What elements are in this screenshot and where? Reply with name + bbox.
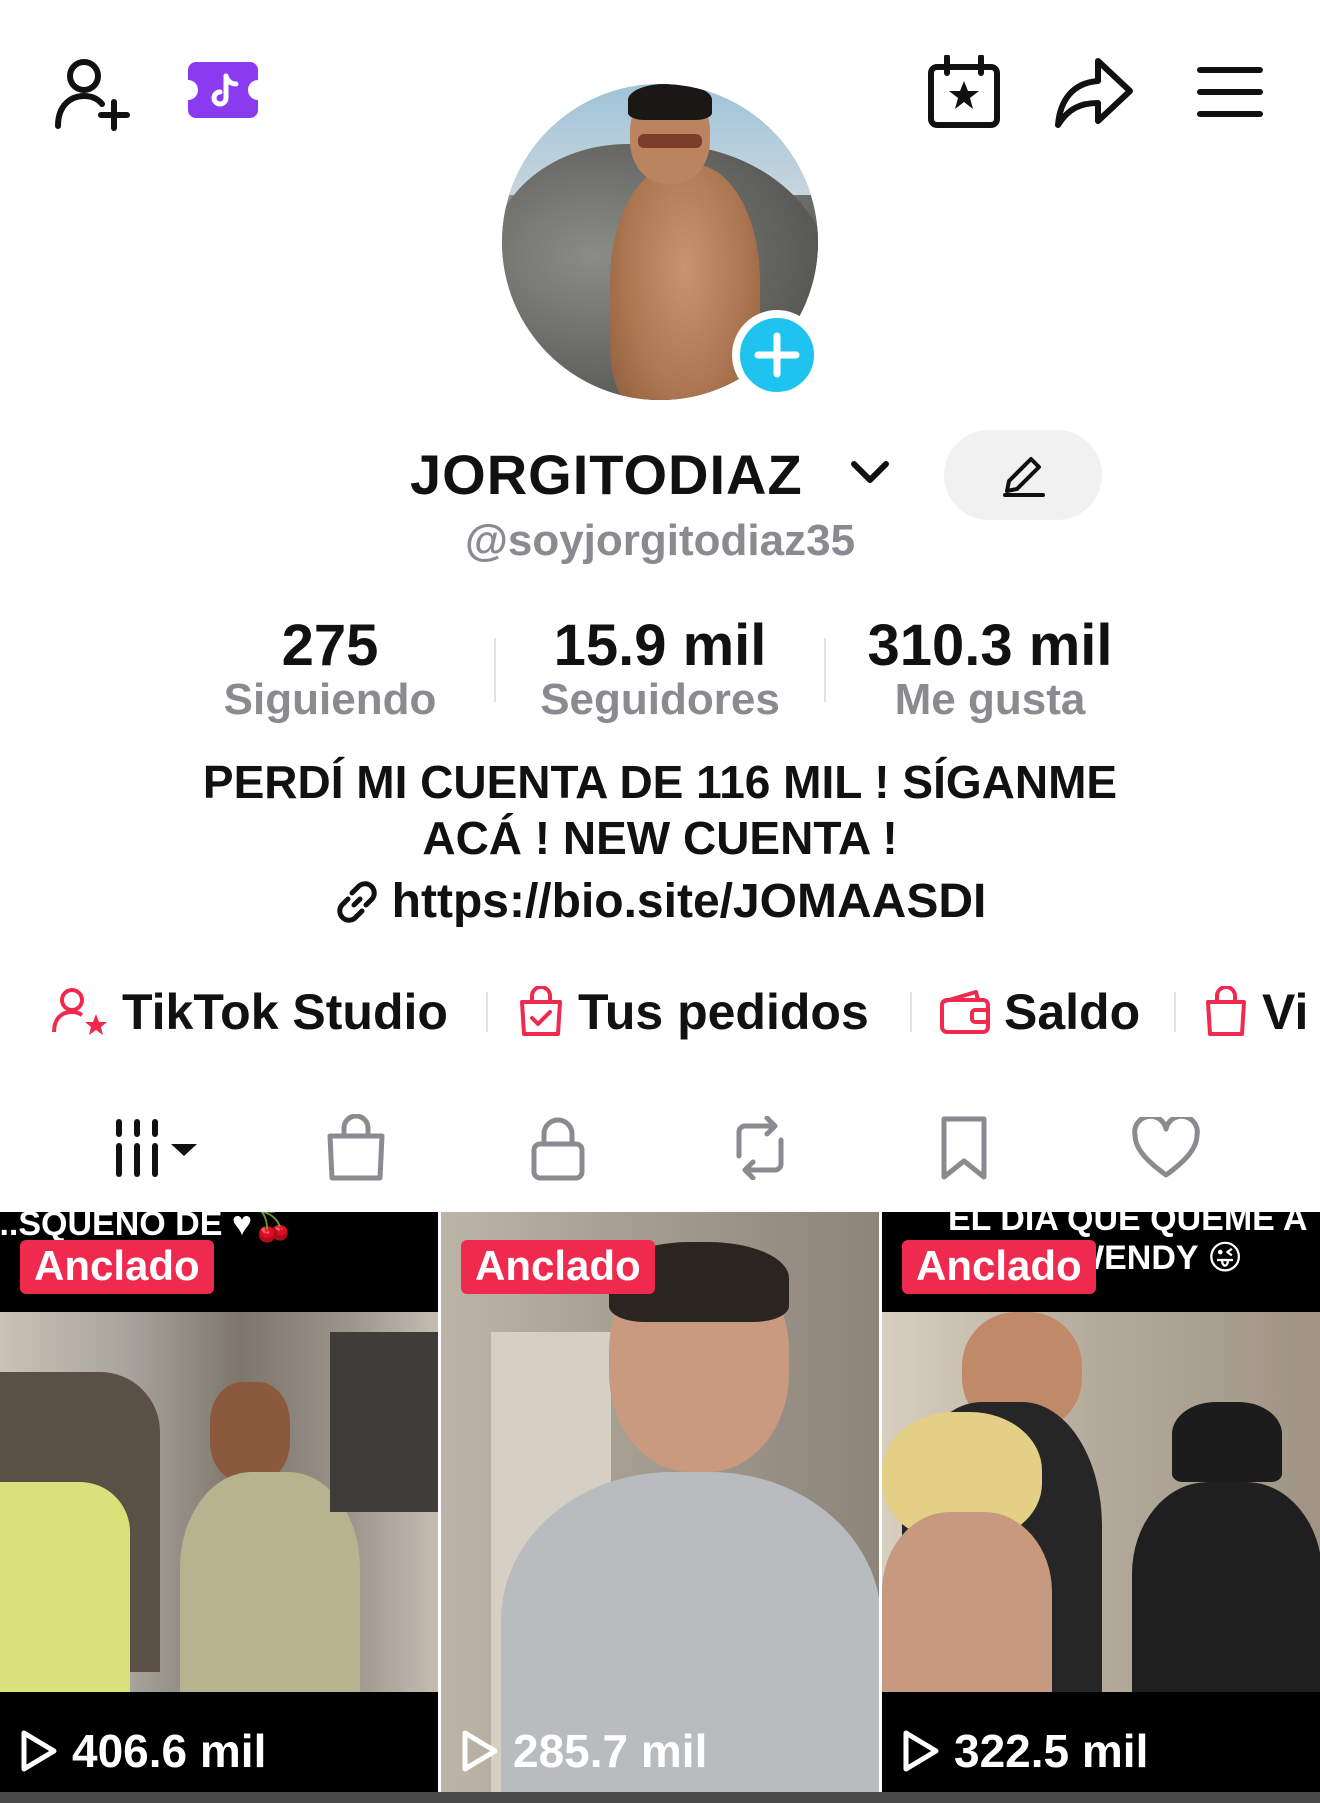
profile-stats: 275 Siguiendo 15.9 mil Seguidores 310.3 … bbox=[0, 612, 1320, 732]
repost-icon bbox=[736, 1116, 784, 1180]
play-icon bbox=[21, 1730, 57, 1772]
shortcut-tiktok-studio[interactable]: TikTok Studio bbox=[52, 976, 448, 1048]
orders-bag-icon bbox=[520, 986, 562, 1036]
shortcut-label: Saldo bbox=[1004, 984, 1141, 1040]
stat-likes[interactable]: 310.3 mil Me gusta bbox=[840, 612, 1140, 725]
tab-private[interactable] bbox=[518, 1108, 598, 1188]
stat-label: Me gusta bbox=[894, 675, 1086, 724]
divider bbox=[824, 638, 826, 702]
name-row: JORGITODIAZ bbox=[0, 440, 1320, 510]
pinned-badge: Anclado bbox=[902, 1240, 1096, 1294]
pinned-badge: Anclado bbox=[461, 1240, 655, 1294]
profile-avatar[interactable] bbox=[502, 84, 822, 400]
view-count-text: 285.7 mil bbox=[513, 1725, 708, 1777]
video-grid: ...SQUENO DE ♥🍒 Anclado 406.6 mil Anclad… bbox=[0, 1212, 1320, 1803]
divider bbox=[486, 992, 488, 1032]
video-caption: EL DIA QUE QUEME A bbox=[948, 1212, 1308, 1238]
tiktok-ticket-icon[interactable] bbox=[186, 60, 260, 120]
display-name[interactable]: JORGITODIAZ bbox=[410, 442, 803, 507]
stat-followers[interactable]: 15.9 mil Seguidores bbox=[510, 612, 810, 725]
lock-icon bbox=[531, 1117, 585, 1181]
edit-profile-button[interactable] bbox=[944, 430, 1102, 520]
link-icon bbox=[336, 880, 377, 923]
tab-videos[interactable] bbox=[100, 1108, 210, 1188]
shortcut-shop[interactable]: Vi bbox=[1202, 976, 1308, 1048]
bookmark-icon bbox=[941, 1116, 987, 1180]
stat-label: Seguidores bbox=[540, 675, 780, 724]
stat-value: 15.9 mil bbox=[553, 613, 767, 678]
shop-bag-icon bbox=[327, 1114, 385, 1181]
shortcut-label: Vi bbox=[1262, 984, 1309, 1040]
view-count: 322.5 mil bbox=[900, 1724, 1148, 1778]
view-count: 285.7 mil bbox=[459, 1724, 707, 1778]
creator-star-icon bbox=[52, 988, 107, 1035]
stat-value: 310.3 mil bbox=[867, 613, 1113, 678]
bio-text: PERDÍ MI CUENTA DE 116 MIL ! SÍGANME ACÁ… bbox=[0, 754, 1320, 866]
view-count-text: 406.6 mil bbox=[72, 1725, 267, 1777]
play-icon bbox=[462, 1730, 498, 1772]
username-handle: @soyjorgitodiaz35 bbox=[464, 516, 856, 565]
shortcut-row: TikTok Studio Tus pedidos Saldo Vi bbox=[0, 976, 1320, 1048]
view-count: 406.6 mil bbox=[18, 1724, 266, 1778]
video-caption-line2: WENDY 😜 bbox=[1072, 1239, 1243, 1277]
tab-saved[interactable] bbox=[924, 1108, 1004, 1188]
shortcut-orders[interactable]: Tus pedidos bbox=[516, 976, 869, 1048]
video-thumbnail bbox=[0, 1312, 438, 1712]
view-count-text: 322.5 mil bbox=[954, 1725, 1149, 1777]
tab-shop[interactable] bbox=[316, 1108, 396, 1188]
add-story-plus-icon[interactable] bbox=[732, 310, 822, 400]
video-tile[interactable]: ...SQUENO DE ♥🍒 Anclado 406.6 mil bbox=[0, 1212, 438, 1792]
videos-grid-icon bbox=[116, 1119, 197, 1177]
chevron-down-icon[interactable] bbox=[850, 460, 890, 491]
shortcut-label: TikTok Studio bbox=[122, 984, 448, 1040]
divider bbox=[910, 992, 912, 1032]
bio-link[interactable]: https://bio.site/JOMAASDI bbox=[0, 874, 1320, 929]
video-thumbnail bbox=[882, 1312, 1320, 1712]
shopping-bag-icon bbox=[1206, 986, 1246, 1036]
stat-following[interactable]: 275 Siguiendo bbox=[180, 612, 480, 725]
calendar-star-icon[interactable] bbox=[926, 52, 1002, 132]
profile-tabs bbox=[0, 1108, 1320, 1188]
divider bbox=[1174, 992, 1176, 1032]
bio-link-text[interactable]: https://bio.site/JOMAASDI bbox=[392, 874, 987, 929]
video-thumbnail bbox=[441, 1212, 879, 1792]
divider bbox=[494, 638, 496, 702]
shortcut-label: Tus pedidos bbox=[578, 984, 869, 1040]
shortcut-balance[interactable]: Saldo bbox=[938, 976, 1140, 1048]
heart-icon bbox=[1132, 1117, 1200, 1178]
tab-liked[interactable] bbox=[1124, 1108, 1208, 1188]
video-tile[interactable]: EL DIA QUE QUEME A WENDY 😜 Anclado 322.5… bbox=[882, 1212, 1320, 1792]
video-tile[interactable]: Anclado 285.7 mil bbox=[441, 1212, 879, 1792]
stat-label: Siguiendo bbox=[223, 675, 437, 724]
play-icon bbox=[903, 1730, 939, 1772]
next-row-preview bbox=[0, 1792, 1320, 1803]
person-plus-icon[interactable] bbox=[50, 52, 134, 136]
hamburger-menu-icon[interactable] bbox=[1194, 62, 1266, 122]
stat-value: 275 bbox=[281, 613, 379, 678]
pinned-badge: Anclado bbox=[20, 1240, 214, 1294]
pencil-icon bbox=[1003, 457, 1045, 497]
wallet-icon bbox=[940, 990, 990, 1034]
share-arrow-icon[interactable] bbox=[1054, 54, 1134, 130]
tab-reposts[interactable] bbox=[720, 1108, 800, 1188]
bio-line: PERDÍ MI CUENTA DE 116 MIL ! SÍGANME ACÁ… bbox=[202, 756, 1118, 864]
